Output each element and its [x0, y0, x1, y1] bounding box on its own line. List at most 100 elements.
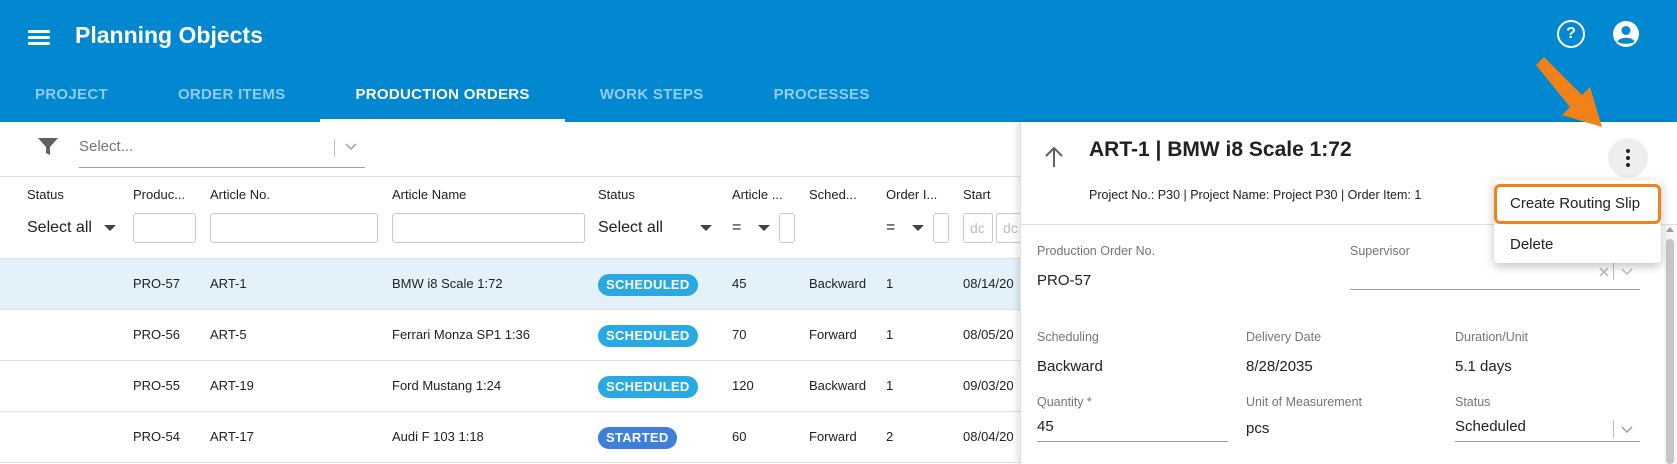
create-routing-slip-menu-item[interactable]: Create Routing Slip: [1494, 184, 1661, 224]
cell-article-name: Ford Mustang 1:24: [392, 378, 502, 393]
cell-scheduling: Backward: [809, 276, 867, 291]
column-header-production-order[interactable]: Produc...: [133, 187, 185, 202]
scroll-thumb[interactable]: [1666, 239, 1674, 464]
unit-of-measurement-value: pcs: [1246, 420, 1270, 437]
status-select[interactable]: Scheduled: [1455, 418, 1615, 442]
cell-scheduling: Forward: [809, 429, 857, 444]
detail-panel: ART-1 | BMW i8 Scale 1:72 Project No.: P…: [1020, 122, 1677, 464]
caret-down-icon: [104, 224, 117, 231]
grid-header: Status Produc... Article No. Article Nam…: [0, 177, 1020, 259]
quantity-underline: [1037, 441, 1228, 442]
cell-article-name: BMW i8 Scale 1:72: [392, 276, 503, 291]
status-filter-select[interactable]: Select all: [27, 213, 117, 243]
article-qty-operator: =: [732, 219, 742, 236]
column-header-article-no[interactable]: Article No.: [210, 187, 270, 202]
status-2-filter-select[interactable]: Select all: [598, 213, 713, 243]
cell-order-item: 1: [886, 378, 894, 393]
cell-article-name: Ferrari Monza SP1 1:36: [392, 327, 531, 342]
cell-production-order: PRO-54: [133, 429, 180, 444]
filter-select[interactable]: Select...: [79, 134, 365, 168]
table-row[interactable]: PRO-57 ART-1 BMW i8 Scale 1:72 SCHEDULED…: [0, 259, 1020, 310]
caret-down-icon: [757, 224, 770, 231]
delete-menu-item[interactable]: Delete: [1494, 225, 1661, 265]
caret-down-icon: [911, 224, 924, 231]
supervisor-underline: [1350, 289, 1640, 290]
column-header-status-2[interactable]: Status: [598, 187, 635, 202]
filter-placeholder: Select...: [79, 138, 134, 155]
cell-article-no: ART-5: [210, 327, 247, 342]
cell-start: 08/05/20: [963, 327, 1014, 342]
cell-article-qty: 120: [732, 378, 754, 393]
article-qty-filter-input[interactable]: [779, 213, 795, 243]
tab-order-items[interactable]: ORDER ITEMS: [143, 76, 320, 122]
delivery-date-value: 8/28/2035: [1246, 358, 1313, 375]
production-orders-grid: Select... Status Produc... Article No. A…: [0, 122, 1020, 464]
cell-article-no: ART-1: [210, 276, 247, 291]
scroll-up-arrow-icon[interactable]: [1666, 227, 1674, 232]
cell-article-qty: 45: [732, 276, 747, 291]
duration-unit-label: Duration/Unit: [1455, 330, 1528, 344]
column-header-scheduling[interactable]: Sched...: [809, 187, 857, 202]
column-header-order-item[interactable]: Order I...: [886, 187, 937, 202]
production-order-no-label: Production Order No.: [1037, 244, 1156, 258]
order-item-filter-input[interactable]: [933, 213, 949, 243]
tab-bar: PROJECT ORDER ITEMS PRODUCTION ORDERS WO…: [0, 76, 905, 122]
quantity-input[interactable]: 45: [1037, 418, 1227, 442]
cell-scheduling: Backward: [809, 378, 867, 393]
table-row[interactable]: PRO-54 ART-17 Audi F 103 1:18 STARTED 60…: [0, 412, 1020, 463]
chevron-down-icon[interactable]: [1619, 421, 1635, 442]
quantity-label: Quantity *: [1037, 395, 1092, 409]
start-date-filter-to[interactable]: dc: [996, 213, 1020, 243]
status-badge: SCHEDULED: [598, 376, 698, 398]
arrow-up-icon[interactable]: [1039, 142, 1069, 172]
tab-work-steps[interactable]: WORK STEPS: [565, 76, 739, 122]
caret-down-icon: [700, 225, 712, 231]
cell-scheduling: Forward: [809, 327, 857, 342]
cell-production-order: PRO-57: [133, 276, 180, 291]
scrollbar[interactable]: [1664, 225, 1676, 464]
start-date-filter-from[interactable]: dc: [963, 213, 993, 243]
more-vert-icon[interactable]: [1608, 138, 1648, 178]
cell-order-item: 2: [886, 429, 894, 444]
detail-title: ART-1 | BMW i8 Scale 1:72: [1089, 138, 1352, 161]
status-label: Status: [1455, 395, 1491, 409]
order-item-operator-select[interactable]: =: [886, 213, 926, 243]
clear-icon[interactable]: [1598, 265, 1610, 283]
cell-order-item: 1: [886, 276, 894, 291]
column-header-article-name[interactable]: Article Name: [392, 187, 466, 202]
status-filter-value: Select all: [27, 219, 92, 236]
column-header-start[interactable]: Start: [963, 187, 990, 202]
column-header-article-qty[interactable]: Article ...: [732, 187, 783, 202]
article-no-filter-input[interactable]: [210, 213, 378, 243]
detail-subtitle: Project No.: P30 | Project Name: Project…: [1089, 188, 1422, 202]
tab-processes[interactable]: PROCESSES: [739, 76, 905, 122]
filter-icon[interactable]: [38, 138, 58, 161]
tab-project[interactable]: PROJECT: [0, 76, 143, 122]
scheduling-label: Scheduling: [1037, 330, 1099, 344]
article-name-filter-input[interactable]: [392, 213, 585, 243]
production-order-filter-input[interactable]: [133, 213, 196, 243]
cell-production-order: PRO-55: [133, 378, 180, 393]
tab-production-orders[interactable]: PRODUCTION ORDERS: [320, 76, 566, 122]
delivery-date-label: Delivery Date: [1246, 330, 1322, 344]
supervisor-select[interactable]: [1350, 272, 1640, 296]
menu-icon[interactable]: [22, 20, 56, 54]
chevron-down-icon[interactable]: [1619, 263, 1635, 284]
app-bar: Planning Objects ? PROJECT ORDER ITEMS P…: [0, 0, 1677, 122]
table-row[interactable]: PRO-55 ART-19 Ford Mustang 1:24 SCHEDULE…: [0, 361, 1020, 412]
annotation-arrow-icon: [1530, 55, 1610, 140]
help-circle-icon[interactable]: ?: [1557, 20, 1585, 48]
chevron-down-icon[interactable]: [343, 137, 359, 163]
unit-of-measurement-label: Unit of Measurement: [1246, 395, 1363, 409]
table-row[interactable]: PRO-56 ART-5 Ferrari Monza SP1 1:36 SCHE…: [0, 310, 1020, 361]
production-order-no-value: PRO-57: [1037, 272, 1092, 289]
order-item-operator: =: [886, 219, 896, 236]
context-menu: Create Routing Slip Delete: [1494, 180, 1661, 263]
account-circle-icon[interactable]: [1612, 20, 1640, 48]
status-badge: SCHEDULED: [598, 325, 698, 347]
article-qty-operator-select[interactable]: =: [732, 213, 772, 243]
status-badge: SCHEDULED: [598, 274, 698, 296]
cell-article-qty: 60: [732, 429, 747, 444]
column-header-status[interactable]: Status: [27, 187, 64, 202]
app-title: Planning Objects: [75, 22, 263, 48]
